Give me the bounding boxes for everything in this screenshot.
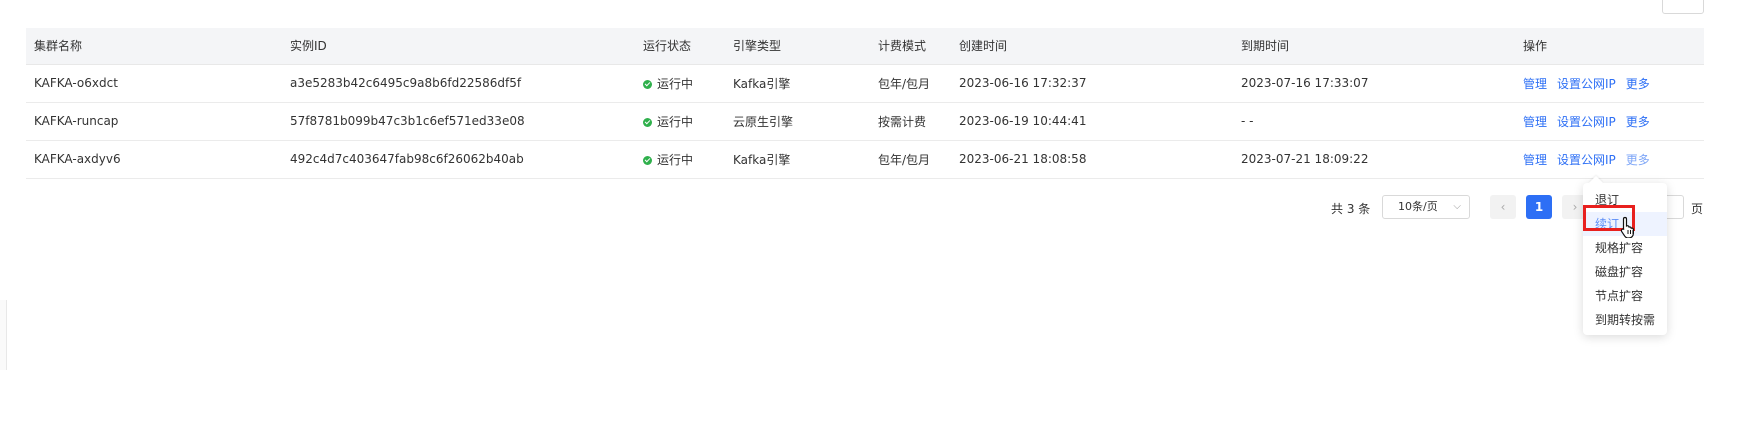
menu-item-spec-scale[interactable]: 规格扩容 bbox=[1583, 236, 1667, 260]
header-billing-mode: 计费模式 bbox=[870, 28, 951, 65]
set-public-ip-link[interactable]: 设置公网IP bbox=[1557, 153, 1616, 167]
check-circle-icon bbox=[643, 79, 652, 89]
cell-instance-id: a3e5283b42c6495c9a8b6fd22586df5f bbox=[282, 64, 635, 103]
cell-instance-id: 492c4d7c403647fab98c6f26062b40ab bbox=[282, 140, 635, 179]
left-panel-edge bbox=[0, 300, 7, 370]
header-instance-id: 实例ID bbox=[282, 28, 635, 65]
cell-expire-time: 2023-07-16 17:33:07 bbox=[1233, 64, 1515, 103]
cell-billing-mode: 包年/包月 bbox=[870, 140, 951, 179]
page-number-button[interactable]: 1 bbox=[1526, 195, 1552, 219]
check-circle-icon bbox=[643, 117, 652, 127]
cell-status: 运行中 bbox=[635, 64, 725, 103]
header-status: 运行状态 bbox=[635, 28, 725, 65]
prev-page-button[interactable]: ‹ bbox=[1490, 195, 1516, 219]
cell-engine-type: Kafka引擎 bbox=[725, 64, 870, 103]
more-link[interactable]: 更多 bbox=[1626, 77, 1650, 91]
header-actions: 操作 bbox=[1515, 28, 1704, 65]
header-created-time: 创建时间 bbox=[951, 28, 1233, 65]
cell-billing-mode: 包年/包月 bbox=[870, 64, 951, 103]
menu-item-convert-on-demand[interactable]: 到期转按需 bbox=[1583, 308, 1667, 332]
table-header-row: 集群名称 实例ID 运行状态 引擎类型 计费模式 创建时间 到期时间 操作 bbox=[26, 28, 1704, 65]
check-circle-icon bbox=[643, 155, 652, 165]
pagination-total: 共 3 条 bbox=[1331, 202, 1371, 216]
cell-cluster-name: KAFKA-runcap bbox=[26, 102, 282, 141]
status-text: 运行中 bbox=[657, 114, 694, 129]
header-expire-time: 到期时间 bbox=[1233, 28, 1515, 65]
set-public-ip-link[interactable]: 设置公网IP bbox=[1557, 77, 1616, 91]
page-unit-label: 页 bbox=[1691, 202, 1704, 216]
chevron-down-icon: ⌵ bbox=[1453, 201, 1461, 212]
chevron-right-icon: › bbox=[1572, 200, 1578, 214]
more-link[interactable]: 更多 bbox=[1626, 115, 1650, 129]
cell-status: 运行中 bbox=[635, 102, 725, 141]
set-public-ip-link[interactable]: 设置公网IP bbox=[1557, 115, 1616, 129]
hand-pointer-icon bbox=[1620, 216, 1634, 238]
cluster-table: 集群名称 实例ID 运行状态 引擎类型 计费模式 创建时间 到期时间 操作 KA… bbox=[26, 28, 1704, 179]
cell-created-time: 2023-06-16 17:32:37 bbox=[951, 64, 1233, 103]
cell-actions: 管理 设置公网IP 更多 bbox=[1515, 140, 1704, 179]
chevron-left-icon: ‹ bbox=[1500, 200, 1506, 214]
manage-link[interactable]: 管理 bbox=[1523, 115, 1547, 129]
cell-billing-mode: 按需计费 bbox=[870, 102, 951, 141]
cell-expire-time: 2023-07-21 18:09:22 bbox=[1233, 140, 1515, 179]
menu-item-node-scale[interactable]: 节点扩容 bbox=[1583, 284, 1667, 308]
cell-engine-type: 云原生引擎 bbox=[725, 102, 870, 141]
header-cluster-name: 集群名称 bbox=[26, 28, 282, 65]
status-text: 运行中 bbox=[657, 152, 694, 167]
cell-status: 运行中 bbox=[635, 140, 725, 179]
cell-instance-id: 57f8781b099b47c3b1c6ef571ed33e08 bbox=[282, 102, 635, 141]
refresh-button[interactable] bbox=[1662, 0, 1704, 14]
cell-cluster-name: KAFKA-o6xdct bbox=[26, 64, 282, 103]
cell-actions: 管理 设置公网IP 更多 bbox=[1515, 102, 1704, 141]
cell-actions: 管理 设置公网IP 更多 bbox=[1515, 64, 1704, 103]
header-engine-type: 引擎类型 bbox=[725, 28, 870, 65]
cell-created-time: 2023-06-21 18:08:58 bbox=[951, 140, 1233, 179]
table-row: KAFKA-axdyv6 492c4d7c403647fab98c6f26062… bbox=[26, 140, 1704, 179]
manage-link[interactable]: 管理 bbox=[1523, 77, 1547, 91]
more-link[interactable]: 更多 bbox=[1626, 153, 1650, 167]
page-size-select[interactable]: 10条/页 ⌵ bbox=[1382, 195, 1470, 219]
menu-item-disk-scale[interactable]: 磁盘扩容 bbox=[1583, 260, 1667, 284]
table-row: KAFKA-o6xdct a3e5283b42c6495c9a8b6fd2258… bbox=[26, 64, 1704, 103]
cell-cluster-name: KAFKA-axdyv6 bbox=[26, 140, 282, 179]
cell-created-time: 2023-06-19 10:44:41 bbox=[951, 102, 1233, 141]
cell-engine-type: Kafka引擎 bbox=[725, 140, 870, 179]
cell-expire-time: - - bbox=[1233, 102, 1515, 141]
table-row: KAFKA-runcap 57f8781b099b47c3b1c6ef571ed… bbox=[26, 102, 1704, 141]
page: 集群名称 实例ID 运行状态 引擎类型 计费模式 创建时间 到期时间 操作 KA… bbox=[0, 0, 1739, 437]
status-text: 运行中 bbox=[657, 76, 694, 91]
manage-link[interactable]: 管理 bbox=[1523, 153, 1547, 167]
page-size-value: 10条/页 bbox=[1398, 200, 1438, 213]
